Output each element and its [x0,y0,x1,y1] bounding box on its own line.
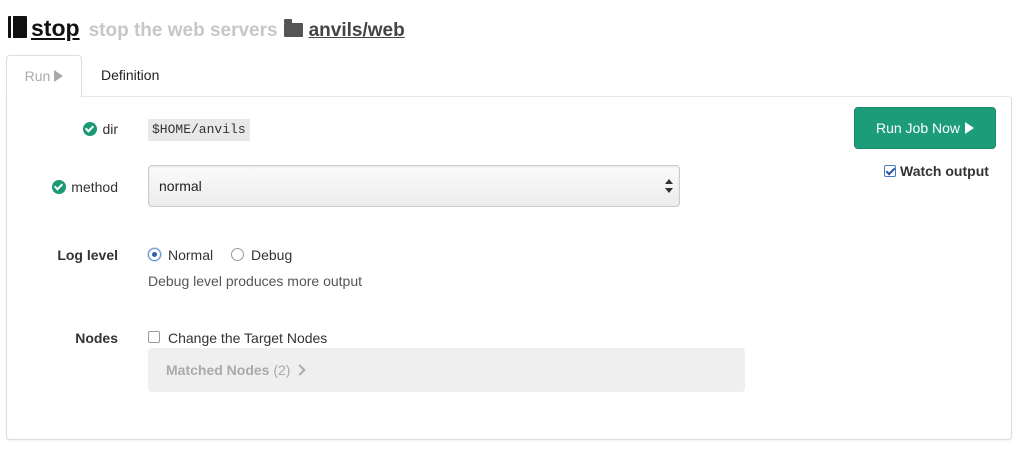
tab-run-label: Run [24,68,51,84]
check-circle-icon [83,122,98,136]
job-header: stop stop the web servers anvils/web [8,14,405,48]
matched-nodes-bar[interactable]: Matched Nodes (2) [148,348,745,392]
chevron-right-icon [294,364,307,376]
matched-nodes-label: Matched Nodes [166,362,270,378]
log-level-debug-label[interactable]: Debug [251,247,292,263]
select-arrows-icon [665,179,673,193]
method-select[interactable]: normal [148,165,680,207]
play-icon [965,122,975,135]
watch-output[interactable]: Watch output [884,163,989,179]
folder-icon [283,19,303,37]
group-path-link[interactable]: anvils/web [309,20,405,42]
tab-bar: Run Definition [6,55,1012,98]
watch-output-label[interactable]: Watch output [900,163,989,179]
option-dir-label-text: dir [102,121,118,137]
tab-run[interactable]: Run [6,55,82,98]
tab-definition[interactable]: Definition [101,55,159,96]
change-target-nodes-checkbox[interactable] [148,331,160,343]
option-dir-label: dir [60,121,118,137]
play-icon [54,70,64,83]
nodes-label: Nodes [75,330,118,346]
option-method-label: method [30,179,118,195]
run-job-now-label: Run Job Now [875,120,961,136]
log-level-help: Debug level produces more output [148,273,363,289]
watch-output-checkbox[interactable] [884,165,896,177]
book-icon [8,16,27,38]
log-level-debug-radio[interactable] [231,248,244,261]
option-dir-value: $HOME/anvils [148,119,250,141]
option-method-label-text: method [71,179,118,195]
change-target-nodes-label[interactable]: Change the Target Nodes [168,330,327,346]
matched-nodes-text: Matched Nodes (2) [166,348,307,392]
matched-nodes-count: (2) [273,362,291,378]
log-level-normal-label[interactable]: Normal [168,247,213,263]
log-level-normal-radio[interactable] [148,248,161,261]
job-description: stop the web servers [88,20,278,41]
run-job-now-button[interactable]: Run Job Now [854,107,996,149]
check-circle-icon [52,180,67,194]
log-level-label: Log level [57,247,118,263]
method-select-value: normal [159,178,202,194]
job-name-link[interactable]: stop [31,15,80,42]
